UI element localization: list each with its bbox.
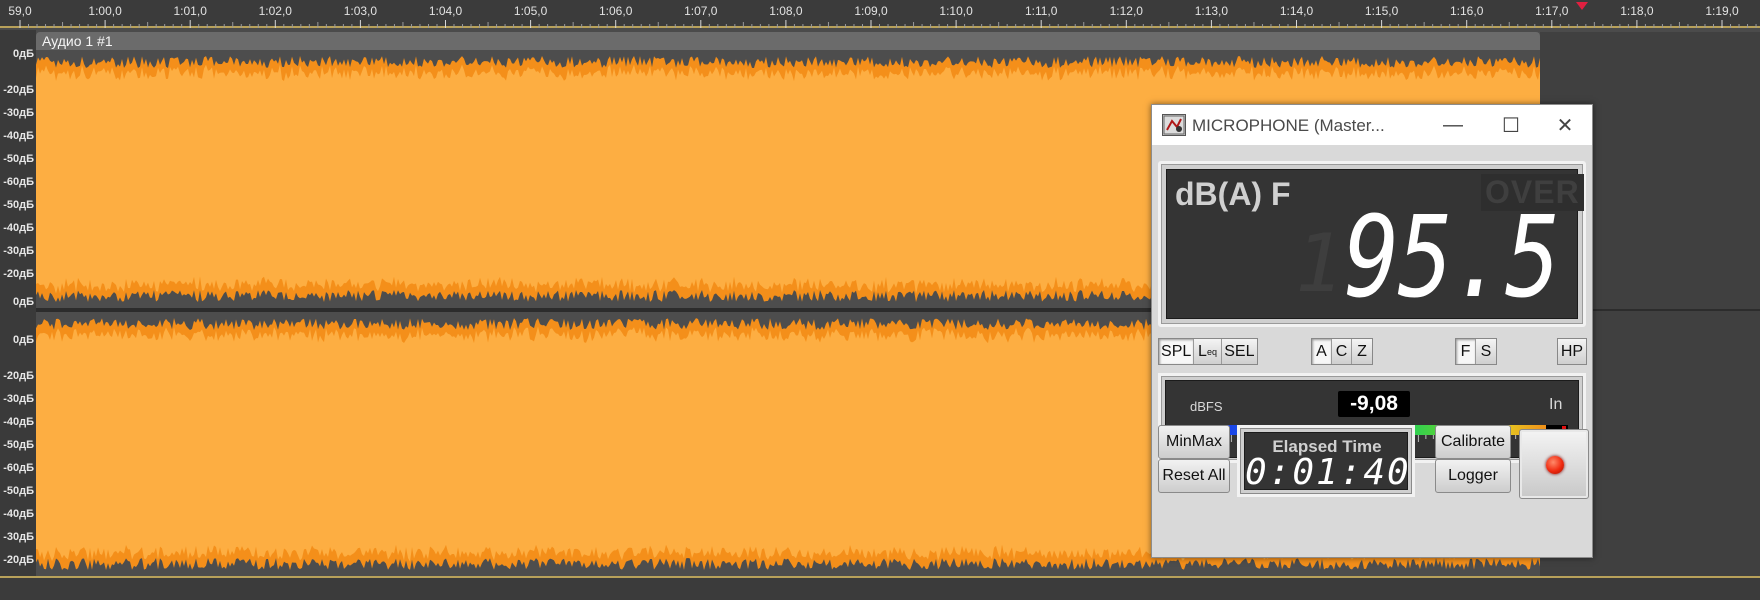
- ruler-label: 1:08,0: [769, 4, 803, 18]
- db-scale-label: -50дБ: [3, 439, 34, 451]
- spl-display: dB(A) F OVER 1 95.5: [1166, 169, 1584, 323]
- db-scale-label: -20дБ: [3, 370, 34, 382]
- minimize-button[interactable]: —: [1424, 105, 1482, 145]
- ruler-label: 1:10,0: [939, 4, 973, 18]
- ruler-label: 59,0: [8, 4, 32, 18]
- ruler-label: 1:00,0: [88, 4, 122, 18]
- db-scale-label: -40дБ: [3, 416, 34, 428]
- weighting-group: A C Z: [1311, 338, 1373, 365]
- spl-ghost-digit: 1: [1295, 217, 1344, 310]
- ruler-label: 1:06,0: [599, 4, 633, 18]
- elapsed-time-display: Elapsed Time 0:01:40: [1244, 432, 1411, 493]
- db-scale-label: -20дБ: [3, 84, 34, 96]
- ruler-label: 1:18,0: [1620, 4, 1654, 18]
- ruler-label: 1:16,0: [1450, 4, 1484, 18]
- sound-meter-app-icon: [1162, 114, 1186, 136]
- calibrate-button[interactable]: Calibrate: [1435, 425, 1511, 459]
- db-scale-label: -60дБ: [3, 176, 34, 188]
- db-scale-label: 0дБ: [12, 296, 34, 308]
- ruler-label: 1:02,0: [258, 4, 292, 18]
- meter-window-title: MICROPHONE (Master...: [1192, 116, 1385, 135]
- dbfs-value: -9,08: [1338, 391, 1410, 417]
- logger-button[interactable]: Logger: [1435, 459, 1511, 493]
- db-scale-label: -60дБ: [3, 462, 34, 474]
- db-scale-label: -20дБ: [3, 554, 34, 566]
- elapsed-time-frame: Elapsed Time 0:01:40: [1237, 425, 1415, 497]
- input-label[interactable]: In: [1549, 396, 1562, 414]
- highpass-button[interactable]: HP: [1558, 339, 1586, 364]
- reset-all-button[interactable]: Reset All: [1158, 459, 1230, 493]
- fast-button[interactable]: F: [1456, 339, 1476, 364]
- weighting-a-button[interactable]: A: [1312, 339, 1332, 364]
- spl-display-frame: dB(A) F OVER 1 95.5: [1158, 161, 1586, 327]
- close-button[interactable]: ✕: [1536, 105, 1594, 145]
- weighting-z-button[interactable]: Z: [1352, 339, 1372, 364]
- db-scale-label: -30дБ: [3, 107, 34, 119]
- db-scale-label: -20дБ: [3, 268, 34, 280]
- time-weighting-group: F S: [1455, 338, 1497, 365]
- measure-mode-group: SPL Leq SEL: [1158, 338, 1258, 365]
- ruler-label: 1:01,0: [173, 4, 207, 18]
- timeline-ruler[interactable]: 59,0 1:00,0 1:01,0 1:02,0 1:03,0 1:04,0 1:05,0…: [0, 0, 1760, 28]
- sel-button[interactable]: SEL: [1221, 339, 1257, 364]
- db-scale-label: -50дБ: [3, 485, 34, 497]
- sound-level-meter-window: MICROPHONE (Master... — ☐ ✕ dB(A) F OVER…: [1151, 104, 1593, 558]
- db-scale-label: 0дБ: [12, 48, 34, 60]
- db-scale-label: -50дБ: [3, 153, 34, 165]
- hp-group: HP: [1557, 338, 1587, 365]
- leq-subscript: eq: [1206, 346, 1217, 357]
- minmax-button[interactable]: MinMax: [1158, 425, 1230, 459]
- db-scale-label: -30дБ: [3, 245, 34, 257]
- ruler-label: 1:12,0: [1109, 4, 1143, 18]
- record-button[interactable]: [1519, 429, 1589, 499]
- ruler-label: 1:13,0: [1194, 4, 1229, 18]
- weighting-c-button[interactable]: C: [1332, 339, 1352, 364]
- ruler-label: 1:17,0: [1535, 4, 1569, 18]
- db-scale-label: -50дБ: [3, 199, 34, 211]
- track-title[interactable]: Аудио 1 #1: [36, 32, 1540, 50]
- ruler-label: 1:15,0: [1364, 4, 1399, 18]
- weighting-label: dB(A) F: [1175, 176, 1291, 212]
- record-icon: [1546, 456, 1564, 474]
- leq-button[interactable]: Leq: [1194, 339, 1222, 364]
- ruler-label: 1:11,0: [1024, 4, 1058, 18]
- maximize-button[interactable]: ☐: [1482, 105, 1540, 145]
- minimize-icon: —: [1443, 113, 1463, 136]
- db-scale: 0дБ -20дБ -30дБ -40дБ -50дБ -60дБ -50дБ -40дБ -3…: [0, 30, 36, 594]
- leq-label: L: [1198, 342, 1207, 360]
- close-icon: ✕: [1556, 114, 1574, 137]
- dbfs-label: dBFS: [1190, 399, 1223, 414]
- ruler-label: 1:07,0: [684, 4, 718, 18]
- audio-editor-window: 59,0 1:00,0 1:01,0 1:02,0 1:03,0 1:04,0 1:05,0…: [0, 0, 1760, 600]
- db-scale-label: -40дБ: [3, 130, 34, 142]
- ruler-label: 1:05,0: [513, 4, 548, 18]
- ruler-label: 1:04,0: [428, 4, 463, 18]
- spl-value: 95.5: [1344, 193, 1560, 323]
- meter-titlebar[interactable]: MICROPHONE (Master... — ☐ ✕: [1152, 105, 1592, 145]
- db-scale-label: -40дБ: [3, 508, 34, 520]
- maximize-icon: ☐: [1502, 114, 1520, 137]
- db-scale-label: 0дБ: [12, 334, 34, 346]
- db-scale-label: -30дБ: [3, 393, 34, 405]
- ruler-label: 1:19,0: [1705, 4, 1739, 18]
- slow-button[interactable]: S: [1476, 339, 1496, 364]
- ruler-label: 1:03,0: [343, 4, 378, 18]
- spl-button[interactable]: SPL: [1159, 339, 1195, 364]
- ruler-label: 1:09,0: [854, 4, 888, 18]
- db-scale-label: -40дБ: [3, 222, 34, 234]
- bottom-bar: [0, 576, 1760, 600]
- elapsed-time-value: 0:01:40: [1245, 452, 1411, 493]
- db-scale-label: -30дБ: [3, 531, 34, 543]
- ruler-label: 1:14,0: [1279, 4, 1314, 18]
